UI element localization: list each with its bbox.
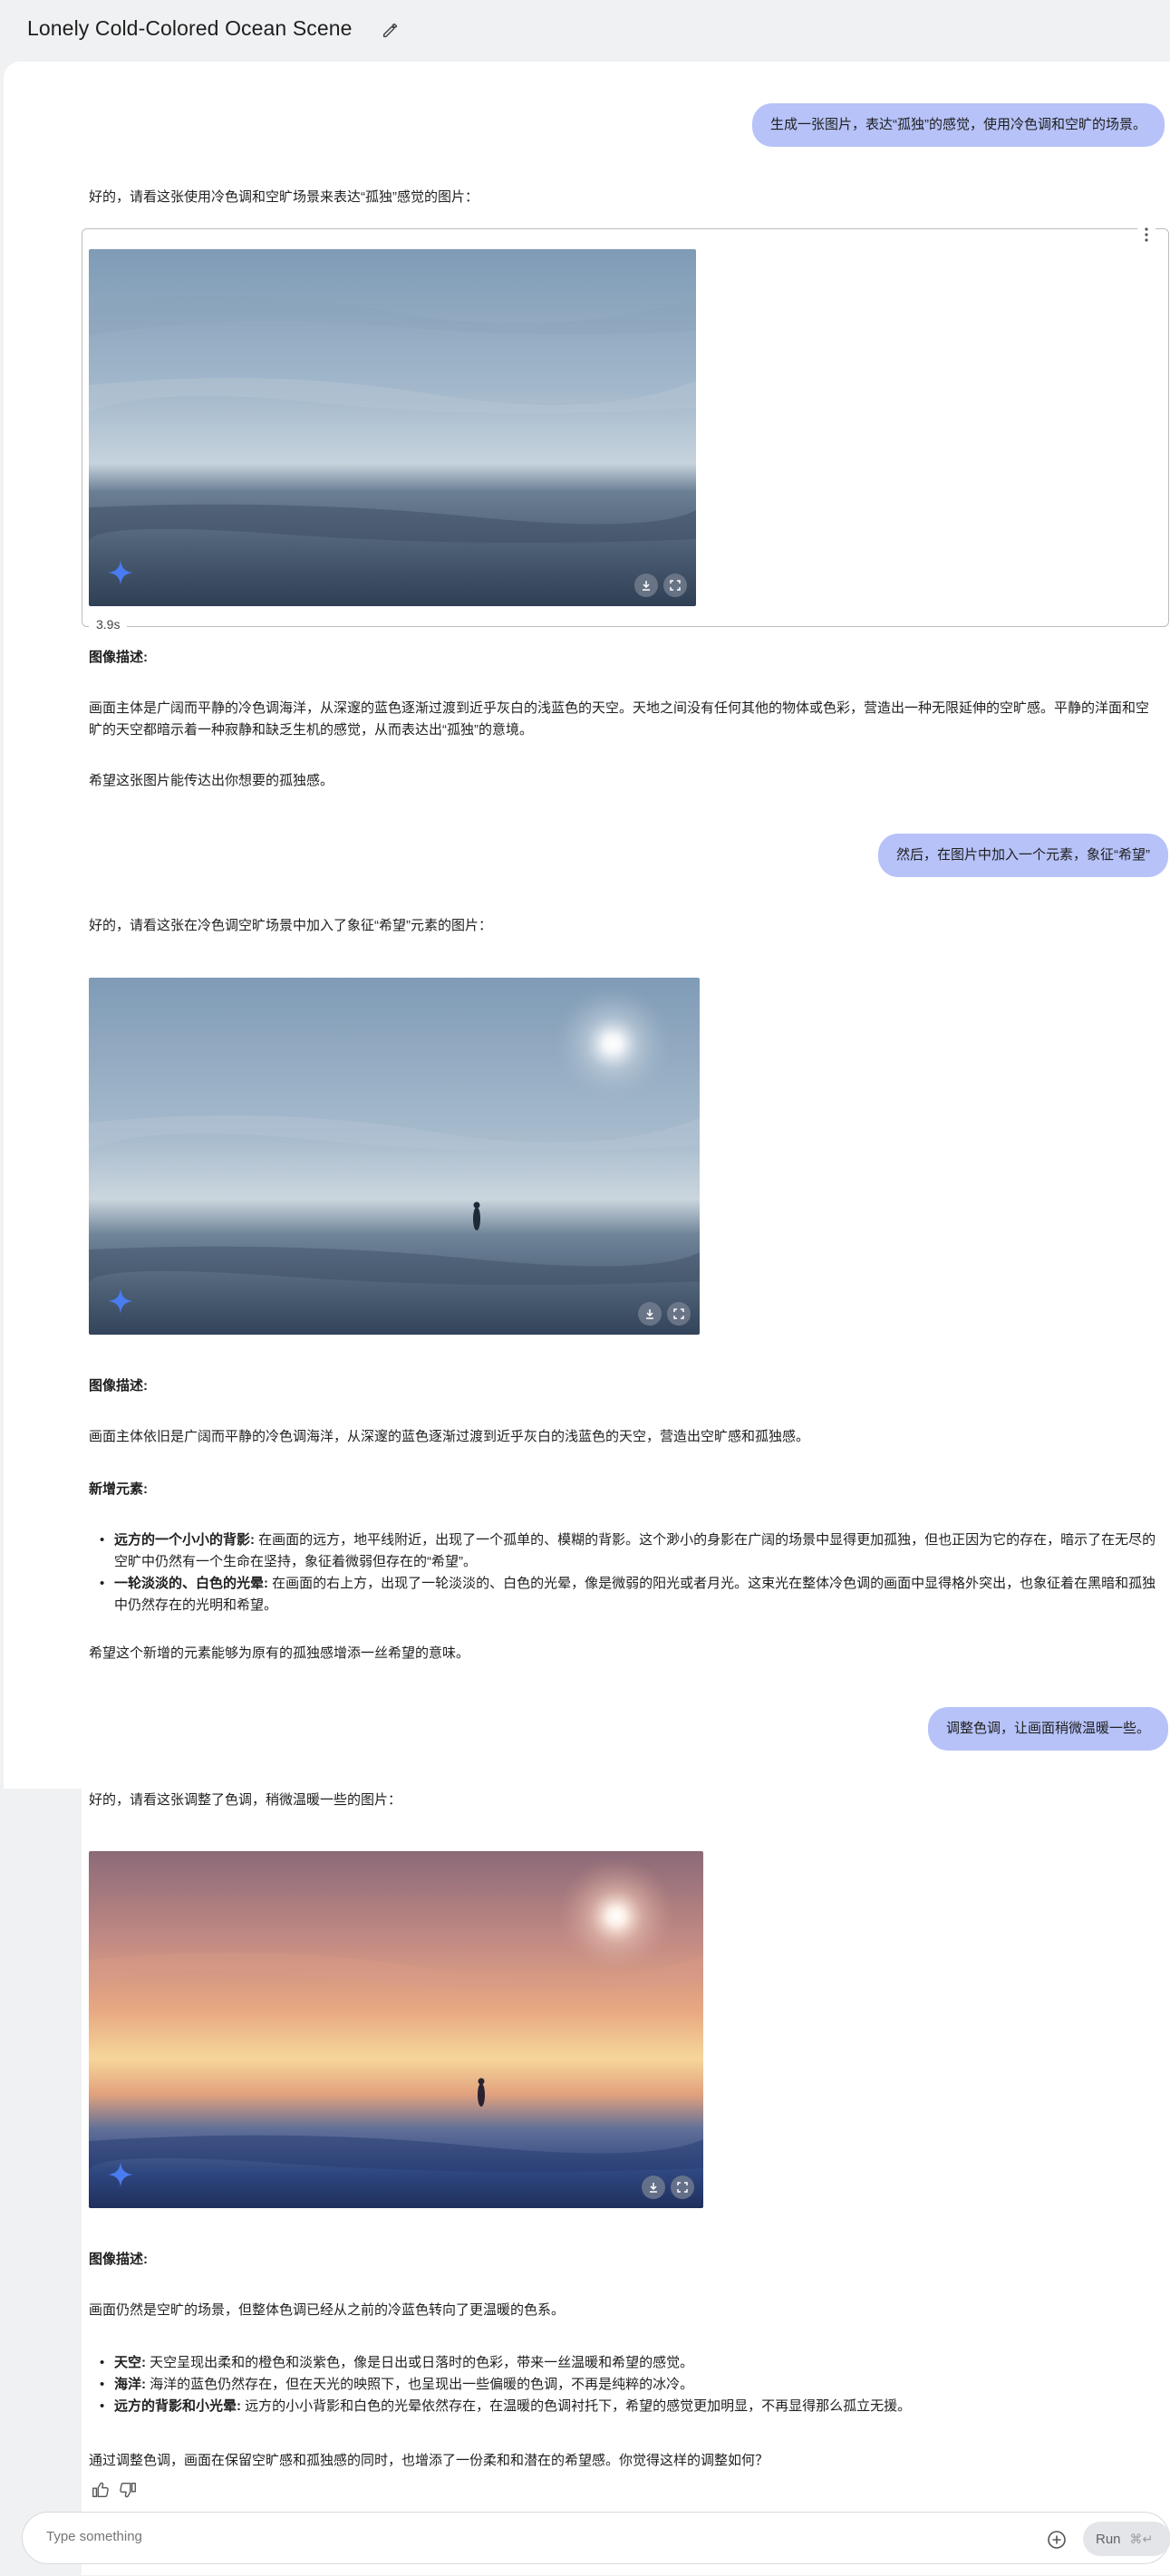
fullscreen-icon	[673, 1308, 684, 1319]
bullet-term: 天空:	[114, 2355, 146, 2370]
thumb-up-icon[interactable]	[91, 2480, 111, 2500]
bullet-text: 在画面的右上方，出现了一轮淡淡的、白色的光晕，像是微弱的阳光或者月光。这束光在整…	[114, 1576, 1156, 1613]
prompt-input-bar: Run ⌘↵	[22, 2512, 1170, 2564]
page-title: Lonely Cold-Colored Ocean Scene	[27, 16, 353, 40]
list-item: 远方的背影和小光晕: 远方的小小背影和白色的光晕依然存在，在温暖的色调衬托下，希…	[89, 2396, 1158, 2417]
reply-1-heading: 图像描述:	[89, 650, 148, 665]
user-message-2: 然后，在图片中加入一个元素，象征“希望”	[878, 834, 1168, 877]
bullet-text: 天空呈现出柔和的橙色和淡紫色，像是日出或日落时的色彩，带来一丝温暖和希望的感觉。	[146, 2355, 694, 2370]
list-item: 海洋: 海洋的蓝色仍然存在，但在天光的映照下，也呈现出一些偏暖的色调，不再是纯粹…	[89, 2374, 1158, 2396]
sparkle-icon	[108, 2162, 133, 2187]
run-button[interactable]: Run ⌘↵	[1083, 2522, 1170, 2556]
reply-3-closing: 通过调整色调，画面在保留空旷感和孤独感的同时，也增添了一份柔和和潜在的希望感。你…	[89, 2453, 769, 2468]
model-reply-2-intro: 好的，请看这张在冷色调空旷场景中加入了象征“希望”元素的图片：	[89, 918, 492, 933]
reply-2-new-elements-heading: 新增元素:	[89, 1481, 148, 1497]
reply-3-description: 画面仍然是空旷的场景，但整体色调已经从之前的冷蓝色转向了更温暖的色系。	[89, 2302, 566, 2318]
generated-image-1[interactable]	[89, 249, 696, 606]
reply-3-bullet-list: 天空: 天空呈现出柔和的橙色和淡紫色，像是日出或日落时的色彩，带来一丝温暖和希望…	[89, 2352, 1158, 2417]
edit-icon[interactable]	[381, 20, 401, 40]
download-icon	[650, 2183, 657, 2193]
fullscreen-button[interactable]	[663, 574, 687, 597]
run-shortcut: ⌘↵	[1129, 2531, 1154, 2546]
reply-2-closing: 希望这个新增的元素能够为原有的孤独感增添一丝希望的意味。	[89, 1645, 470, 1661]
download-button[interactable]	[638, 1302, 662, 1326]
bullet-text: 在画面的远方，地平线附近，出现了一个孤单的、模糊的背影。这个渺小的身影在广阔的场…	[114, 1532, 1156, 1569]
list-item: 天空: 天空呈现出柔和的橙色和淡紫色，像是日出或日落时的色彩，带来一丝温暖和希望…	[89, 2352, 1158, 2374]
model-reply-1-intro: 好的，请看这张使用冷色调和空旷场景来表达“孤独”感觉的图片：	[89, 189, 479, 205]
bullet-text: 远方的小小背影和白色的光晕依然存在，在温暖的色调衬托下，希望的感觉更加明显，不再…	[241, 2398, 912, 2414]
more-vert-icon[interactable]	[1137, 226, 1155, 244]
generated-image-3[interactable]	[89, 1851, 703, 2208]
reply-2-description: 画面主体依旧是广阔而平静的冷色调海洋，从深邃的蓝色逐渐过渡到近乎灰白的浅蓝色的天…	[89, 1429, 810, 1444]
run-label: Run	[1096, 2531, 1121, 2547]
bullet-term: 一轮淡淡的、白色的光晕:	[114, 1576, 268, 1591]
model-reply-3-intro: 好的，请看这张调整了色调，稍微温暖一些的图片：	[89, 1792, 402, 1808]
list-item: 一轮淡淡的、白色的光晕: 在画面的右上方，出现了一轮淡淡的、白色的光晕，像是微弱…	[89, 1573, 1158, 1616]
bullet-term: 海洋:	[114, 2377, 146, 2392]
bullet-term: 远方的背影和小光晕:	[114, 2398, 241, 2414]
top-bar: Lonely Cold-Colored Ocean Scene	[0, 0, 1170, 62]
fullscreen-button[interactable]	[671, 2176, 694, 2199]
download-icon	[646, 1309, 653, 1319]
thumb-down-icon[interactable]	[118, 2480, 138, 2500]
reply-1-description: 画面主体是广阔而平静的冷色调海洋，从深邃的蓝色逐渐过渡到近乎灰白的浅蓝色的天空。…	[89, 700, 1150, 738]
add-circle-icon[interactable]	[1046, 2529, 1068, 2551]
sparkle-icon	[108, 560, 133, 585]
run-duration: 3.9s	[89, 617, 128, 632]
generated-image-2[interactable]	[89, 978, 700, 1335]
reply-1-closing: 希望这张图片能传达出你想要的孤独感。	[89, 773, 334, 788]
bullet-term: 远方的一个小小的背影:	[114, 1532, 255, 1548]
download-icon	[643, 581, 650, 591]
list-item: 远方的一个小小的背影: 在画面的远方，地平线附近，出现了一个孤单的、模糊的背影。…	[89, 1529, 1158, 1573]
fullscreen-icon	[677, 2182, 688, 2193]
download-button[interactable]	[634, 574, 658, 597]
user-message-1: 生成一张图片，表达“孤独”的感觉，使用冷色调和空旷的场景。	[752, 103, 1165, 147]
reply-2-heading: 图像描述:	[89, 1378, 148, 1394]
fullscreen-button[interactable]	[667, 1302, 691, 1326]
download-button[interactable]	[642, 2176, 665, 2199]
bullet-text: 海洋的蓝色仍然存在，但在天光的映照下，也呈现出一些偏暖的色调，不再是纯粹的冰冷。	[146, 2377, 694, 2392]
sparkle-icon	[108, 1288, 133, 1314]
prompt-input[interactable]	[46, 2529, 952, 2544]
fullscreen-icon	[670, 580, 681, 591]
reply-3-heading: 图像描述:	[89, 2252, 148, 2267]
user-message-3: 调整色调，让画面稍微温暖一些。	[928, 1707, 1169, 1751]
reply-2-bullet-list: 远方的一个小小的背影: 在画面的远方，地平线附近，出现了一个孤单的、模糊的背影。…	[89, 1529, 1158, 1616]
